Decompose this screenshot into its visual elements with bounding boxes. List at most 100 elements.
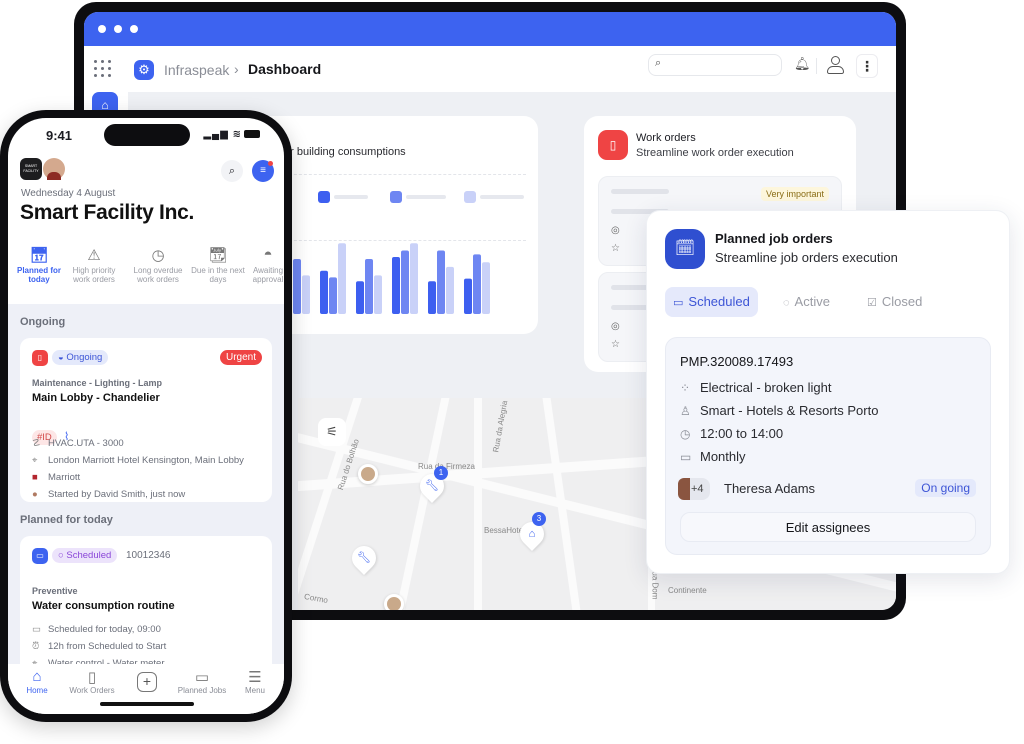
location-pin-icon: ⌖ [32, 455, 38, 466]
planned-job-card[interactable]: ▭ ○ Scheduled 10012346 Preventive Water … [20, 536, 272, 676]
calendar-icon: ▭ [194, 669, 210, 686]
technician-avatar-pin[interactable] [384, 594, 404, 610]
job-client: Smart - Hotels & Resorts Porto [700, 403, 879, 418]
location-text: London Marriott Hotel Kensington, Main L… [48, 455, 244, 466]
battery-icon [244, 130, 260, 139]
skeleton-line [611, 189, 669, 194]
client-text: Marriott [48, 472, 81, 483]
marriott-logo-icon: ■ [32, 472, 38, 483]
dynamic-island [104, 124, 190, 146]
tab-active[interactable]: ◌ Active [775, 287, 838, 317]
search-icon: ⌕ [655, 57, 662, 69]
job-detail-card[interactable]: PMP.320089.17493 ⁘ Electrical - broken li… [665, 337, 991, 555]
status-text: Scheduled [66, 550, 112, 561]
divider [816, 58, 817, 74]
avatar: ● [32, 489, 38, 500]
window-dot[interactable] [114, 25, 122, 33]
job-id: 10012346 [126, 550, 171, 561]
job-recurrence: Monthly [700, 449, 746, 464]
status-badge: ○ Scheduled [52, 548, 118, 563]
chart-bar [374, 275, 382, 314]
add-button[interactable]: + [132, 668, 162, 692]
tab-closed[interactable]: ☑ Closed [859, 287, 930, 317]
page-title: Smart Facility Inc. [20, 201, 195, 224]
bottom-tab-bar: ⌂ Home ▯ Work Orders + ▭ Planned Jobs ☰ Menu [8, 664, 284, 714]
tab-menu[interactable]: ☰ Menu [240, 668, 270, 695]
quick-action-label: Planned for today [16, 266, 61, 284]
calendar-icon: ▭ [32, 624, 41, 635]
street-label: Rua da Alegria [491, 399, 510, 454]
tab-scheduled[interactable]: ▭ Scheduled [665, 287, 758, 317]
bell-icon[interactable]: 🔔︎ [794, 56, 811, 72]
started-text: Started by David Smith, just now [48, 489, 186, 500]
target-icon: ◎ [611, 321, 620, 332]
ongoing-work-order-card[interactable]: ▯ ◒ Ongoing Urgent Maintenance - Lightin… [20, 338, 272, 502]
calendar-icon: ▭ [680, 450, 692, 464]
assignee-name: Theresa Adams [724, 481, 816, 496]
work-order-category: Maintenance - Lighting - Lamp [32, 378, 162, 388]
chart-bar [320, 270, 328, 314]
quick-action-planned-today[interactable]: 📅︎ Planned for today [9, 246, 69, 284]
quick-action-high-priority[interactable]: ⚠︎ High priority work orders [64, 246, 124, 284]
status-badge: ◒ Ongoing [52, 350, 109, 365]
calendar-clock-icon: 🗓︎ [665, 229, 705, 269]
more-vertical-icon[interactable]: ⋮ [856, 54, 878, 78]
extra-assignees-count: +4 [691, 483, 704, 495]
pin-count-badge: 1 [434, 466, 448, 480]
search-input[interactable]: ⌕ [648, 54, 782, 76]
chart-bar [437, 250, 445, 314]
section-heading: Ongoing [20, 316, 66, 328]
tab-work-orders[interactable]: ▯ Work Orders [64, 668, 120, 695]
signal-icon: ▂▄▆ [203, 129, 229, 140]
priority-badge: Urgent [219, 350, 262, 365]
phone-screen: 9:41 ▂▄▆ ≋ SMART FACILITY ⌕ ≡ Wednesday … [8, 118, 284, 714]
breadcrumb-page: Dashboard [248, 61, 322, 77]
job-name: Water consumption routine [32, 600, 175, 612]
priority-badge: Very important [760, 187, 829, 201]
grid-icon[interactable] [94, 60, 112, 78]
job-client-row: ♙ Smart - Hotels & Resorts Porto [680, 403, 878, 418]
chart-bar [401, 250, 409, 314]
chart-bar [338, 243, 346, 314]
window-dot[interactable] [98, 25, 106, 33]
search-icon[interactable]: ⌕ [221, 160, 243, 182]
chart-bar [293, 259, 301, 314]
chart-bar [302, 275, 310, 314]
phone-frame: 9:41 ▂▄▆ ≋ SMART FACILITY ⌕ ≡ Wednesday … [0, 110, 292, 722]
home-indicator [100, 702, 194, 706]
card-title: Work orders [636, 132, 696, 144]
status-time: 9:41 [46, 128, 73, 143]
breadcrumb-app[interactable]: Infraspeak [164, 62, 229, 78]
clipboard-icon: ▯ [32, 350, 48, 366]
technician-avatar-pin[interactable] [358, 464, 378, 484]
tab-label: Work Orders [69, 686, 115, 695]
status-badge: On going [915, 479, 976, 497]
tab-home[interactable]: ⌂ Home [22, 668, 52, 695]
street-label: Continente [668, 586, 707, 595]
card-title: Planned job orders [715, 231, 833, 246]
map-road [393, 398, 451, 610]
plus-icon: + [137, 672, 157, 692]
job-category-row: ⁘ Electrical - broken light [680, 380, 832, 395]
sliders-icon[interactable]: ⚟ [318, 418, 346, 446]
category-icon: ⁘ [680, 381, 691, 395]
job-time-row: ◷ 12:00 to 14:00 [680, 426, 783, 441]
chart-bar [329, 277, 337, 314]
calendar-icon: ▭ [32, 548, 48, 564]
wrench-icon: 🔧︎ [357, 552, 371, 564]
job-code: PMP.320089.17493 [680, 354, 794, 369]
tab-label: Menu [244, 686, 265, 695]
quick-action-awaiting-approval[interactable]: ◓ Awaiting approval [238, 246, 284, 284]
edit-assignees-button[interactable]: Edit assignees [680, 512, 976, 542]
assignee-avatars[interactable]: +4 [678, 478, 710, 500]
avatar[interactable] [43, 158, 65, 180]
user-icon[interactable] [826, 55, 846, 77]
quick-action-long-overdue[interactable]: ◷ Long overdue work orders [128, 246, 188, 284]
window-dot[interactable] [130, 25, 138, 33]
tab-planned-jobs[interactable]: ▭ Planned Jobs [172, 668, 232, 695]
spinner-icon: ◌ [783, 297, 790, 309]
gear-logo-icon[interactable]: ⚙ [134, 60, 154, 80]
quick-action-label: Long overdue work orders [133, 266, 183, 284]
chat-icon[interactable]: ≡ [252, 160, 274, 182]
org-logo[interactable]: SMART FACILITY [20, 158, 42, 180]
